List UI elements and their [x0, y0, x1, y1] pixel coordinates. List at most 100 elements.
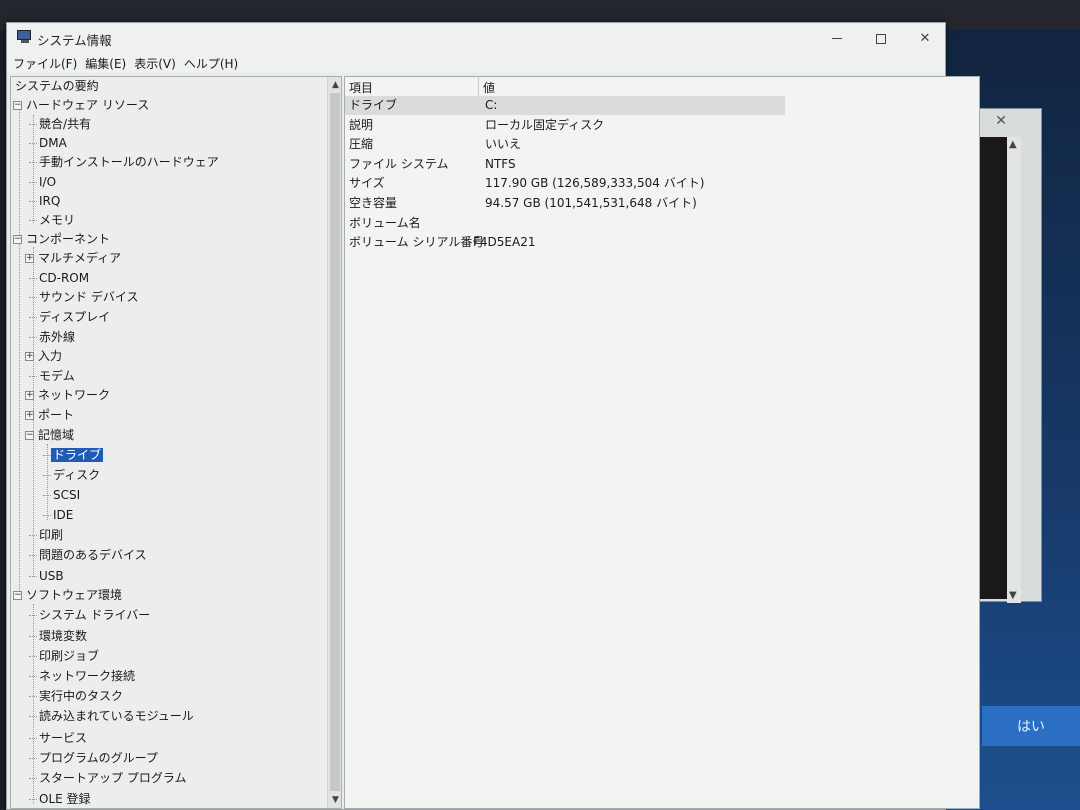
- tree-item[interactable]: モデム: [29, 367, 77, 386]
- tree-item[interactable]: IRQ: [29, 192, 62, 211]
- tree-item[interactable]: OLE 登録: [29, 790, 93, 808]
- tree-connector: [29, 615, 37, 616]
- detail-row[interactable]: ボリューム名: [345, 214, 785, 233]
- background-window-scrollbar[interactable]: ▲ ▼: [1007, 137, 1021, 603]
- tree-item[interactable]: メモリ: [29, 211, 77, 230]
- collapse-icon[interactable]: −: [13, 235, 22, 244]
- tree-vertical-scrollbar[interactable]: ▲ ▼: [327, 77, 341, 808]
- detail-row[interactable]: 空き容量 94.57 GB (101,541,531,648 バイト): [345, 194, 785, 213]
- tree-item-label: 環境変数: [39, 629, 88, 643]
- tree-item[interactable]: スタートアップ プログラム: [29, 769, 188, 788]
- tree-item[interactable]: システム ドライバー: [29, 606, 152, 625]
- menu-view[interactable]: 表示(V): [132, 53, 180, 73]
- scroll-up-arrow-icon[interactable]: ▲: [329, 78, 341, 92]
- tree-item[interactable]: + マルチメディア: [25, 249, 123, 268]
- tree-item[interactable]: + ネットワーク: [25, 386, 112, 405]
- tree-connector: [29, 535, 37, 536]
- tree-item[interactable]: 手動インストールのハードウェア: [29, 153, 221, 172]
- close-button[interactable]: ✕: [903, 25, 947, 51]
- tree-item[interactable]: 赤外線: [29, 328, 77, 347]
- scrollbar-thumb[interactable]: [330, 93, 340, 791]
- tree-item[interactable]: 競合/共有: [29, 115, 93, 134]
- tree-item-label: I/O: [39, 175, 57, 189]
- detail-row[interactable]: 説明 ローカル固定ディスク: [345, 116, 785, 135]
- tree-item[interactable]: 印刷ジョブ: [29, 647, 101, 666]
- tree-connector: [43, 455, 51, 456]
- tree-connector: [29, 278, 37, 279]
- tree-item[interactable]: 環境変数: [29, 627, 89, 646]
- tree-item[interactable]: − コンポーネント: [13, 230, 112, 249]
- tree-item-label: USB: [39, 569, 64, 583]
- tree-item[interactable]: ドライブ: [43, 446, 104, 465]
- scroll-up-arrow-icon[interactable]: ▲: [1009, 139, 1017, 150]
- scroll-down-arrow-icon[interactable]: ▼: [1009, 590, 1017, 601]
- tree-item[interactable]: 読み込まれているモジュール: [29, 707, 196, 726]
- tree-item-label: システム ドライバー: [39, 608, 151, 622]
- expand-icon[interactable]: +: [25, 391, 34, 400]
- tree-item[interactable]: USB: [29, 567, 66, 586]
- tree-item[interactable]: ディスプレイ: [29, 308, 112, 327]
- column-header-item[interactable]: 項目: [349, 79, 373, 96]
- tree-item[interactable]: 問題のあるデバイス: [29, 546, 149, 565]
- detail-row[interactable]: 圧縮 いいえ: [345, 135, 785, 154]
- tree-item[interactable]: IDE: [43, 506, 75, 525]
- tree-item-label: サウンド デバイス: [39, 290, 139, 304]
- tree-item-label: IRQ: [39, 194, 61, 208]
- collapse-icon[interactable]: −: [25, 431, 34, 440]
- detail-row[interactable]: サイズ 117.90 GB (126,589,333,504 バイト): [345, 174, 785, 193]
- expand-icon[interactable]: +: [25, 352, 34, 361]
- tree-connector: [29, 636, 37, 637]
- tree-connector: [43, 515, 51, 516]
- detail-item-name: 空き容量: [349, 196, 398, 210]
- minimize-button[interactable]: [815, 25, 859, 51]
- tree-connector: [29, 220, 37, 221]
- tree-item[interactable]: サービス: [29, 729, 89, 748]
- expand-icon[interactable]: +: [25, 411, 34, 420]
- tree-item[interactable]: + 入力: [25, 347, 64, 366]
- tree-item[interactable]: プログラムのグループ: [29, 749, 160, 768]
- yes-button[interactable]: はい: [982, 706, 1080, 746]
- collapse-icon[interactable]: −: [13, 591, 22, 600]
- close-icon[interactable]: ✕: [995, 113, 1007, 129]
- detail-row[interactable]: ファイル システム NTFS: [345, 155, 785, 174]
- tree-item[interactable]: − ソフトウェア環境: [13, 586, 124, 605]
- tree-connector: [29, 124, 37, 125]
- collapse-icon[interactable]: −: [13, 101, 22, 110]
- tree-item[interactable]: 実行中のタスク: [29, 687, 125, 706]
- detail-row[interactable]: ドライブ C:: [345, 96, 785, 115]
- tree-connector: [29, 317, 37, 318]
- column-header-value[interactable]: 値: [483, 79, 495, 96]
- tree-item-label: ソフトウェア環境: [26, 588, 123, 602]
- scroll-down-arrow-icon[interactable]: ▼: [329, 793, 341, 807]
- detail-item-name: 圧縮: [349, 137, 374, 152]
- tree-item-label: ネットワーク接続: [39, 669, 136, 683]
- tree-item[interactable]: I/O: [29, 173, 58, 192]
- tree-item[interactable]: DMA: [29, 134, 69, 153]
- tree-item[interactable]: + ポート: [25, 406, 76, 425]
- detail-item-name: ボリューム名: [349, 215, 421, 230]
- tree-item[interactable]: システムの要約: [13, 77, 101, 96]
- tree-item[interactable]: ネットワーク接続: [29, 667, 137, 686]
- tree-item[interactable]: − ハードウェア リソース: [13, 96, 151, 115]
- tree-item[interactable]: 印刷: [29, 526, 65, 545]
- tree-item[interactable]: CD-ROM: [29, 269, 91, 288]
- tree-item[interactable]: ディスク: [43, 466, 102, 485]
- tree-connector: [29, 376, 37, 377]
- maximize-icon: [876, 33, 886, 44]
- tree-connector: [29, 182, 37, 183]
- column-divider[interactable]: [478, 77, 479, 96]
- detail-item-name: サイズ: [349, 176, 385, 191]
- expand-icon[interactable]: +: [25, 254, 34, 263]
- menu-file[interactable]: ファイル(F): [11, 53, 81, 73]
- menu-help[interactable]: ヘルプ(H): [182, 53, 242, 73]
- detail-item-value: NTFS: [485, 156, 516, 171]
- maximize-button[interactable]: [859, 25, 903, 51]
- tree-item[interactable]: SCSI: [43, 486, 82, 505]
- tree-item-label: ディスプレイ: [39, 310, 111, 324]
- tree-item[interactable]: サウンド デバイス: [29, 288, 140, 307]
- menu-edit[interactable]: 編集(E): [83, 53, 130, 73]
- detail-pane: 項目 値 ドライブ C: 説明 ローカル固定ディスク 圧縮 いいえ ファイル システム NTF…: [344, 76, 980, 809]
- tree-connector: [29, 337, 37, 338]
- tree-item[interactable]: − 記憶域: [25, 426, 76, 445]
- detail-row[interactable]: ボリューム シリアル番号 F4D5EA21: [345, 233, 785, 252]
